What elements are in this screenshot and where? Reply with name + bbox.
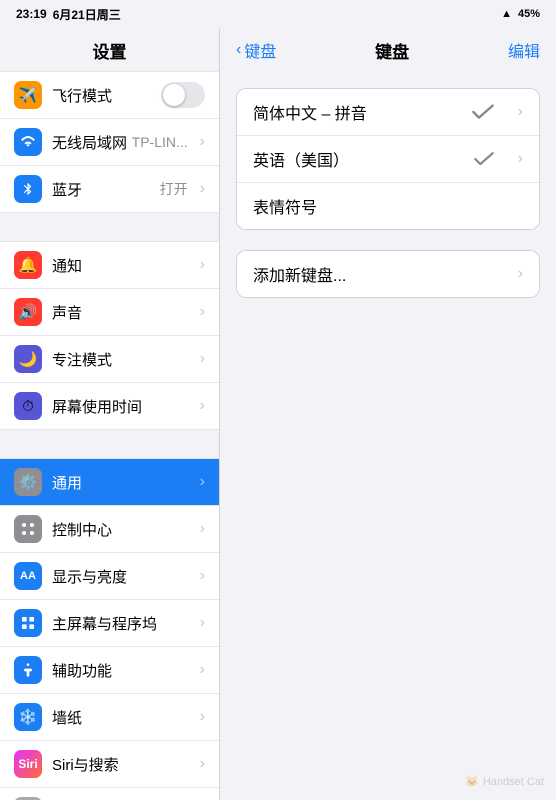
airplane-toggle[interactable] <box>161 82 205 108</box>
back-label: 键盘 <box>244 38 276 62</box>
edit-button[interactable]: 编辑 <box>508 38 540 62</box>
time: 23:19 <box>16 7 47 21</box>
display-icon: AA <box>14 562 42 590</box>
back-chevron-icon: ‹ <box>236 41 241 59</box>
chevron-icon: › <box>200 473 205 491</box>
checkmark-icon <box>473 151 495 167</box>
chevron-icon: › <box>200 755 205 773</box>
right-header: ‹ 键盘 键盘 编辑 <box>220 28 556 72</box>
wifi-icon <box>14 128 42 156</box>
checkmark-icon <box>471 103 495 121</box>
date: 6月21日周三 <box>53 6 121 23</box>
notifications-icon: 🔔 <box>14 251 42 279</box>
sidebar-item-siri[interactable]: Siri Siri与搜索 › <box>0 741 219 788</box>
chevron-icon: › <box>200 520 205 538</box>
sidebar-item-label: Siri与搜索 <box>52 754 192 775</box>
sidebar-item-label: 通用 <box>52 472 192 493</box>
chevron-icon: › <box>200 614 205 632</box>
sidebar-item-label: 通知 <box>52 255 192 276</box>
sidebar-item-applepencil[interactable]: Apple Pencil › <box>0 788 219 800</box>
battery: 45% <box>518 8 540 20</box>
sidebar-item-airplane[interactable]: ✈️ 飞行模式 <box>0 71 219 119</box>
sidebar-item-label: 辅助功能 <box>52 660 192 681</box>
accessibility-icon <box>14 656 42 684</box>
bluetooth-value: 打开 <box>160 179 188 199</box>
keyboard-item-simplified-chinese[interactable]: 简体中文 – 拼音 › <box>237 89 539 136</box>
sidebar-item-screentime[interactable]: ⏱ 屏幕使用时间 › <box>0 383 219 430</box>
sidebar-item-wallpaper[interactable]: ❄️ 墙纸 › <box>0 694 219 741</box>
sidebar-item-label: 显示与亮度 <box>52 566 192 587</box>
sidebar-item-controlcenter[interactable]: 控制中心 › <box>0 506 219 553</box>
sounds-icon: 🔊 <box>14 298 42 326</box>
keyboard-item-emoji[interactable]: 表情符号 <box>237 183 539 229</box>
keyboard-item-english[interactable]: 英语（美国） › <box>237 136 539 183</box>
sidebar-item-display[interactable]: AA 显示与亮度 › <box>0 553 219 600</box>
wifi-icon: ▲ <box>501 8 512 20</box>
sidebar: 设置 ✈️ 飞行模式 无线局域网 TP-LIN... › 蓝牙 <box>0 28 220 800</box>
add-keyboard-group: 添加新键盘... › <box>236 250 540 298</box>
wifi-value: TP-LIN... <box>132 134 188 150</box>
sidebar-item-wifi[interactable]: 无线局域网 TP-LIN... › <box>0 119 219 166</box>
sidebar-item-label: 屏幕使用时间 <box>52 396 192 417</box>
sidebar-item-general[interactable]: ⚙️ 通用 › <box>0 458 219 506</box>
chevron-icon: › <box>200 256 205 274</box>
sidebar-item-accessibility[interactable]: 辅助功能 › <box>0 647 219 694</box>
sidebar-item-label: 声音 <box>52 302 192 323</box>
right-content: 简体中文 – 拼音 › 英语（美国） › 表情符号 <box>220 72 556 800</box>
sidebar-group-3: ⚙️ 通用 › 控制中心 › AA 显示与亮度 › 主屏幕与程序坞 <box>0 458 219 800</box>
chevron-icon: › <box>200 303 205 321</box>
sidebar-item-label: 飞行模式 <box>52 85 161 106</box>
right-panel: ‹ 键盘 键盘 编辑 简体中文 – 拼音 › 英语（美国） <box>220 28 556 800</box>
sidebar-item-homescreen[interactable]: 主屏幕与程序坞 › <box>0 600 219 647</box>
bluetooth-icon <box>14 175 42 203</box>
watermark-icon: 🐱 <box>465 775 479 788</box>
keyboards-group: 简体中文 – 拼音 › 英语（美国） › 表情符号 <box>236 88 540 230</box>
chevron-icon: › <box>518 150 523 168</box>
right-panel-title: 键盘 <box>375 38 409 63</box>
status-right: ▲ 45% <box>501 8 540 20</box>
add-keyboard-item[interactable]: 添加新键盘... › <box>237 251 539 297</box>
main-layout: 设置 ✈️ 飞行模式 无线局域网 TP-LIN... › 蓝牙 <box>0 28 556 800</box>
chevron-icon: › <box>518 265 523 283</box>
sidebar-gap-2 <box>0 430 219 458</box>
sidebar-item-sounds[interactable]: 🔊 声音 › <box>0 289 219 336</box>
keyboard-label: 表情符号 <box>253 194 523 218</box>
keyboard-label: 英语（美国） <box>253 147 510 171</box>
back-button[interactable]: ‹ 键盘 <box>236 38 276 62</box>
chevron-icon: › <box>200 180 205 198</box>
chevron-icon: › <box>200 133 205 151</box>
watermark-text: Handset Cat <box>483 776 544 788</box>
controlcenter-icon <box>14 515 42 543</box>
sidebar-item-notifications[interactable]: 🔔 通知 › <box>0 241 219 289</box>
sidebar-group-2: 🔔 通知 › 🔊 声音 › 🌙 专注模式 › ⏱ 屏幕使用时间 › <box>0 241 219 430</box>
siri-icon: Siri <box>14 750 42 778</box>
sidebar-group-1: ✈️ 飞行模式 无线局域网 TP-LIN... › 蓝牙 打开 › <box>0 71 219 213</box>
add-keyboard-label: 添加新键盘... <box>253 262 510 286</box>
status-left: 23:19 6月21日周三 <box>16 6 121 23</box>
airplane-icon: ✈️ <box>14 81 42 109</box>
status-bar: 23:19 6月21日周三 ▲ 45% <box>0 0 556 28</box>
chevron-icon: › <box>518 103 523 121</box>
focus-icon: 🌙 <box>14 345 42 373</box>
sidebar-gap-1 <box>0 213 219 241</box>
homescreen-icon <box>14 609 42 637</box>
screentime-icon: ⏱ <box>14 392 42 420</box>
watermark: 🐱 Handset Cat <box>465 775 544 788</box>
sidebar-item-label: 蓝牙 <box>52 179 160 200</box>
sidebar-item-label: 控制中心 <box>52 519 192 540</box>
sidebar-item-label: 无线局域网 <box>52 132 132 153</box>
chevron-icon: › <box>200 397 205 415</box>
sidebar-item-label: 主屏幕与程序坞 <box>52 613 192 634</box>
chevron-icon: › <box>200 661 205 679</box>
chevron-icon: › <box>200 350 205 368</box>
wallpaper-icon: ❄️ <box>14 703 42 731</box>
chevron-icon: › <box>200 567 205 585</box>
general-icon: ⚙️ <box>14 468 42 496</box>
sidebar-item-label: 专注模式 <box>52 349 192 370</box>
sidebar-item-label: 墙纸 <box>52 707 192 728</box>
sidebar-title: 设置 <box>0 28 219 71</box>
sidebar-item-bluetooth[interactable]: 蓝牙 打开 › <box>0 166 219 213</box>
chevron-icon: › <box>200 708 205 726</box>
sidebar-item-focus[interactable]: 🌙 专注模式 › <box>0 336 219 383</box>
